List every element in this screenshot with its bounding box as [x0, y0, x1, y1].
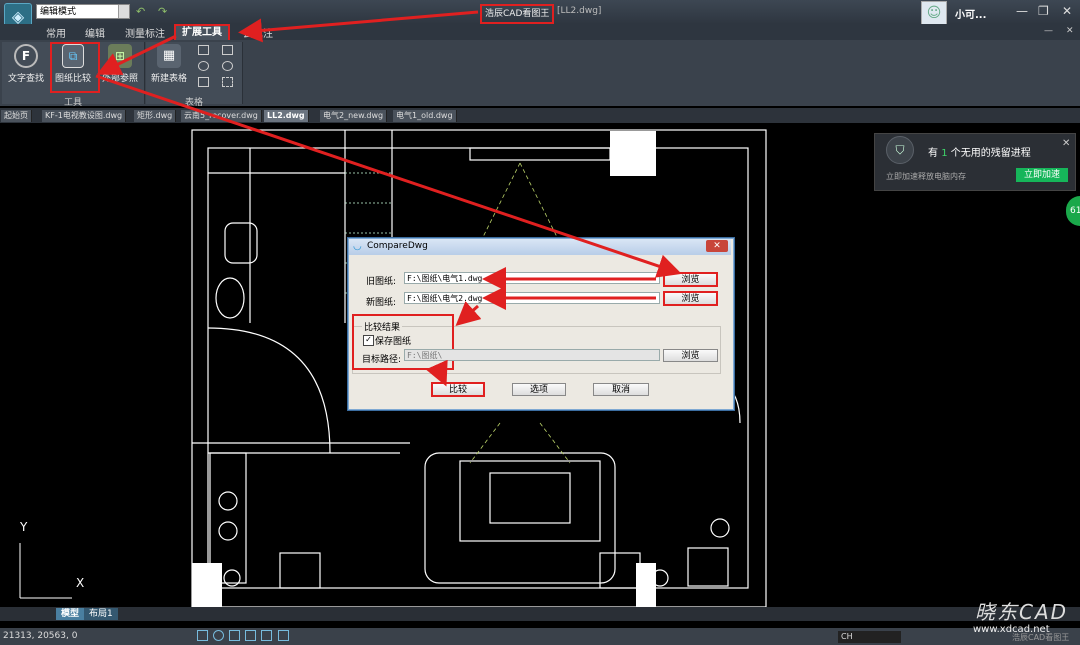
osnap-icon[interactable]	[278, 630, 289, 641]
layout-tabs	[0, 607, 1080, 621]
compare-button[interactable]: 比较	[431, 382, 485, 397]
xref-label: 外部参照	[101, 74, 138, 84]
dialog-title: CompareDwg	[367, 241, 428, 251]
menu-edit[interactable]: 编辑	[85, 25, 105, 40]
notification-title-pre: 有	[928, 148, 938, 159]
mode-dropdown[interactable]: 编辑模式	[36, 4, 130, 19]
browse-new-button[interactable]: 浏览	[663, 291, 718, 306]
polar-icon[interactable]	[261, 630, 272, 641]
highlight-compare	[50, 42, 100, 93]
xref-icon: ⊞	[108, 44, 132, 68]
text-search-icon: F	[14, 44, 38, 68]
link-icon[interactable]	[222, 61, 233, 71]
mode-dropdown-value: 编辑模式	[40, 7, 77, 17]
browse-old-button[interactable]: 浏览	[663, 272, 718, 287]
target-path-input[interactable]: F:\图纸\	[404, 349, 660, 361]
tab-start-page[interactable]: 起始页	[1, 110, 32, 122]
undo-icon[interactable]: ↶	[136, 5, 145, 18]
xref-button[interactable]: ⊞ 外部参照	[98, 44, 142, 84]
ribbon-minimize-icon[interactable]: —	[1044, 26, 1053, 36]
dialog-close-button[interactable]: ✕	[706, 240, 728, 252]
table-insert-icon[interactable]	[198, 45, 209, 55]
status-bar	[0, 628, 1080, 645]
cancel-button[interactable]: 取消	[593, 383, 649, 396]
minimize-icon[interactable]: —	[1016, 4, 1028, 18]
options-button[interactable]: 选项	[512, 383, 566, 396]
ime-label: CH	[841, 632, 853, 641]
zoom-icon[interactable]	[213, 630, 224, 641]
shield-icon: ⛉	[886, 136, 914, 164]
target-path-label: 目标路径:	[362, 355, 402, 365]
notification-close-icon[interactable]: ✕	[1062, 138, 1070, 149]
refresh-icon[interactable]	[198, 61, 209, 71]
snap-icon[interactable]	[245, 630, 256, 641]
maximize-icon[interactable]: ❐	[1038, 4, 1049, 18]
avatar[interactable]: ☺	[921, 1, 947, 25]
tab-file-5[interactable]: 电气2_new.dwg	[320, 110, 388, 122]
coordinates-readout: 21313, 20563, 0	[3, 631, 78, 641]
table-export-icon[interactable]	[198, 77, 209, 87]
y-axis-label: Y	[20, 520, 28, 534]
tab-active-file[interactable]: LL2.dwg	[264, 110, 309, 122]
table-select-icon[interactable]	[222, 77, 233, 87]
grid-icon[interactable]	[197, 630, 208, 641]
notification-subtitle: 立即加速释放电脑内存	[886, 172, 966, 181]
ribbon-close-icon[interactable]: ✕	[1066, 26, 1074, 36]
group-tools-label: 工具	[63, 98, 82, 108]
chevron-down-icon[interactable]	[118, 5, 129, 18]
new-table-button[interactable]: ▦ 新建表格	[147, 44, 191, 84]
tab-layout1[interactable]: 布局1	[84, 608, 118, 620]
watermark-url: www.xdcad.net	[973, 624, 1050, 635]
notification-title: 有 1 个无用的残留进程	[928, 144, 1031, 159]
menu-measure[interactable]: 测量标注	[125, 25, 165, 40]
app-title: 浩辰CAD看图王	[480, 4, 555, 24]
redo-icon[interactable]: ↷	[158, 5, 167, 18]
tab-file-1[interactable]: KF-1电视教设图.dwg	[42, 110, 127, 122]
old-drawing-input[interactable]: F:\图纸\电气1.dwg	[404, 272, 660, 284]
tab-file-2[interactable]: 矩形.dwg	[134, 110, 177, 122]
old-drawing-label: 旧图纸:	[366, 277, 397, 287]
new-drawing-input[interactable]: F:\图纸\电气2.dwg	[404, 292, 660, 304]
new-table-label: 新建表格	[150, 74, 187, 84]
menu-cloud-annotation[interactable]: 云批注	[243, 25, 273, 40]
table-icon: ▦	[157, 44, 181, 68]
ime-indicator[interactable]: CH	[838, 631, 901, 643]
notification-title-post: 个无用的残留进程	[950, 148, 1031, 159]
menu-home[interactable]: 常用	[46, 25, 66, 40]
compare-app-icon: ◡	[353, 241, 362, 252]
accelerate-button[interactable]: 立即加速	[1016, 168, 1068, 182]
user-name[interactable]: 小可...	[955, 6, 986, 21]
close-icon[interactable]: ✕	[1062, 4, 1072, 18]
text-search-button[interactable]: F 文字查找	[4, 44, 48, 84]
tab-model[interactable]: 模型	[56, 608, 85, 620]
new-drawing-label: 新图纸:	[366, 298, 397, 308]
file-title: [LL2.dwg]	[557, 6, 602, 16]
table-grid-icon[interactable]	[222, 45, 233, 55]
save-drawing-label[interactable]: 保存图纸	[375, 334, 411, 347]
x-axis-label: X	[76, 576, 85, 590]
ortho-icon[interactable]	[229, 630, 240, 641]
text-search-label: 文字查找	[7, 74, 44, 84]
tab-file-6[interactable]: 电气1_old.dwg	[393, 110, 457, 122]
tab-file-3[interactable]: 云南5_recover.dwg	[181, 110, 262, 122]
group-table-label: 表格	[184, 98, 203, 108]
save-drawing-checkbox[interactable]: ✓	[363, 335, 374, 346]
browse-target-button[interactable]: 浏览	[663, 349, 718, 362]
watermark-text: 晓东CAD	[975, 600, 1069, 624]
notification-count: 1	[941, 148, 948, 159]
